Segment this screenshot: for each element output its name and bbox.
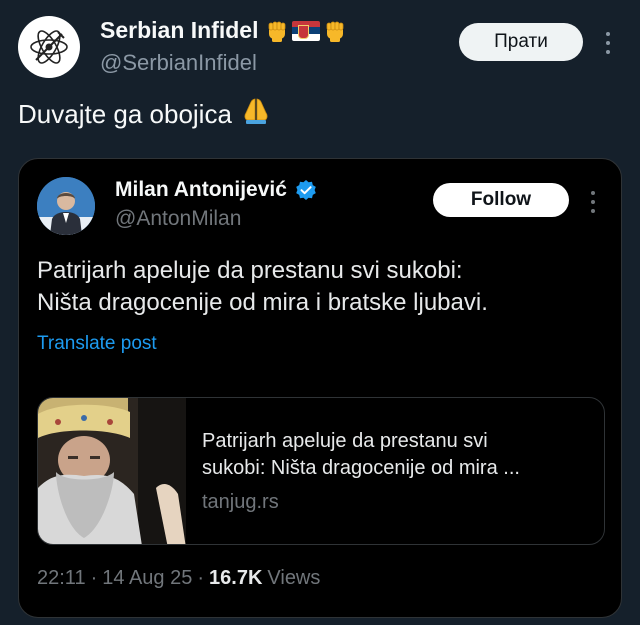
link-preview-headline: Patrijarh apeluje da prestanu svi sukobi… [202,428,598,482]
outer-follow-button[interactable]: Прати [459,23,583,61]
outer-tweet-text: Duvajte ga obojica [18,99,232,129]
translate-post-link[interactable]: Translate post [37,333,157,355]
quoted-text-line: Ništa dragocenije od mira i bratske ljub… [37,289,488,316]
quoted-author-handle[interactable]: @AntonMilan [115,207,241,231]
quoted-tweet-meta: 22:11 · 14 Aug 25 · 16.7K Views [37,567,320,590]
tweet-time[interactable]: 22:11 [37,567,86,590]
outer-author-name-row: Serbian Infidel [100,17,348,44]
link-headline-line: Patrijarh apeluje da prestanu svi [202,430,488,452]
views-count: 16.7K [209,567,263,589]
tweet-screen: Serbian Infidel @SerbianInfidel Прати Du… [0,0,640,625]
quoted-text-line: Patrijarh apeluje da prestanu svi sukobi… [37,257,463,284]
outer-tweet-text-row: Duvajte ga obojica [18,96,270,133]
quoted-more-options-icon[interactable] [585,187,601,217]
name-badges [264,18,348,44]
atom-logo-icon [20,18,78,76]
link-headline-line: sukobi: Ništa dragocenije od mira ... [202,457,520,479]
link-preview-domain: tanjug.rs [202,491,279,513]
quoted-author-name[interactable]: Milan Antonijević [115,178,287,202]
outer-author-handle[interactable]: @SerbianInfidel [100,50,257,76]
outer-more-options-icon[interactable] [600,28,616,58]
meta-separator: · [197,567,205,589]
meta-separator: · [90,567,98,589]
quoted-author-name-row: Milan Antonijević [115,178,317,202]
fist-emoji-icon [322,18,348,44]
link-preview-image [38,398,186,544]
verified-badge-icon [295,179,317,201]
fist-emoji-icon [264,18,290,44]
quoted-follow-button[interactable]: Follow [433,183,569,217]
tweet-date[interactable]: 14 Aug 25 [102,567,192,590]
quoted-author-avatar[interactable] [37,177,95,235]
quoted-tweet-card[interactable]: Milan Antonijević @AntonMilan Follow Pat… [18,158,622,618]
quoted-tweet-text: Patrijarh apeluje da prestanu svi sukobi… [37,255,607,319]
outer-author-avatar[interactable] [18,16,80,78]
folded-hands-emoji-icon [242,96,270,133]
outer-author-name[interactable]: Serbian Infidel [100,17,258,44]
views-label: Views [267,567,321,589]
serbian-flag-icon [292,20,321,41]
link-preview-card[interactable]: Patrijarh apeluje da prestanu svi sukobi… [37,397,605,545]
